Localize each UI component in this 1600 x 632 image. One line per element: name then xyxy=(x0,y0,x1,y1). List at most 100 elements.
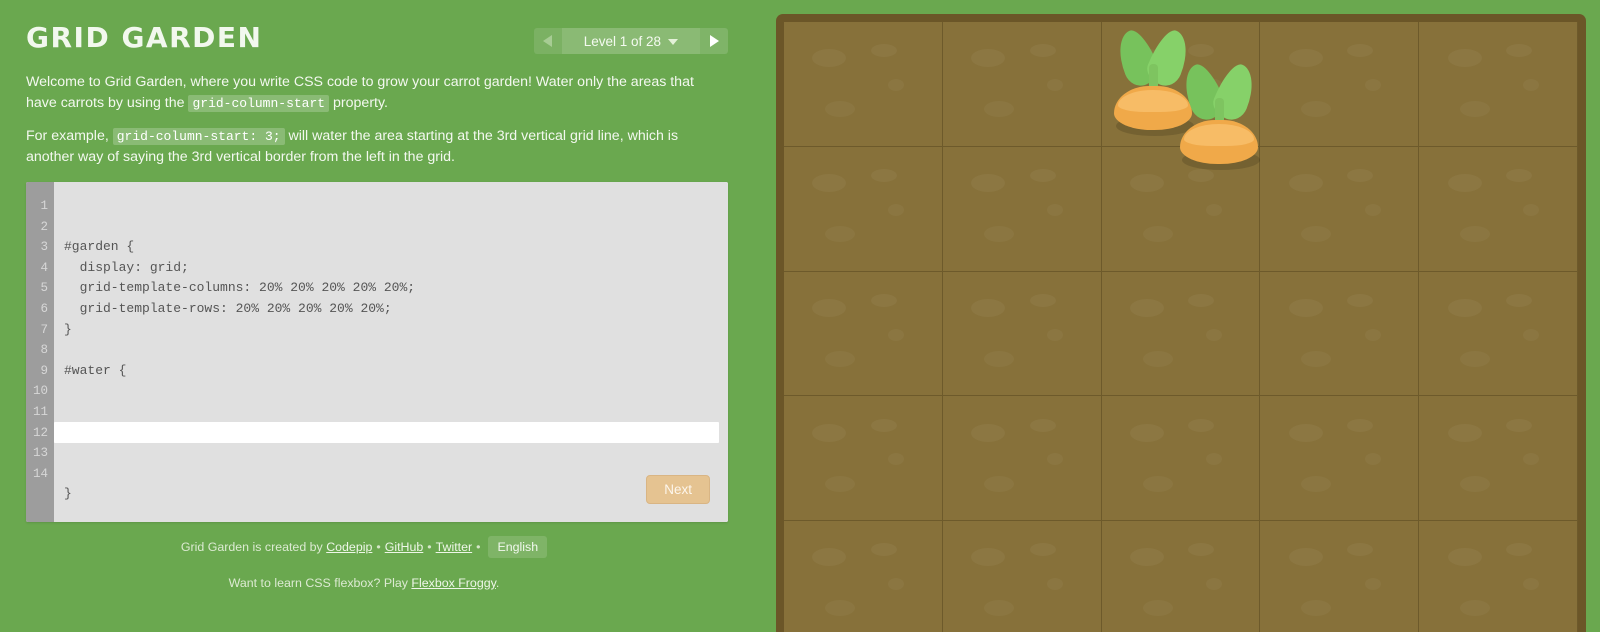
garden-plot xyxy=(784,146,943,272)
soil-blob xyxy=(1046,453,1063,466)
soil-blob xyxy=(1142,101,1173,118)
footer: Grid Garden is created by Codepip • GitHub… xyxy=(0,536,728,592)
separator-3: • xyxy=(476,540,481,554)
line-number: 3 xyxy=(40,240,48,255)
line-number: 1 xyxy=(40,199,48,213)
garden-plot xyxy=(784,22,943,147)
soil-blob xyxy=(888,578,905,591)
garden-panel xyxy=(768,0,1600,632)
garden-plot xyxy=(942,521,1102,632)
p2-code: grid-column-start: 3; xyxy=(112,128,285,145)
garden-plot xyxy=(784,521,943,632)
level-selector[interactable]: Level 1 of 28 xyxy=(533,28,728,54)
garden-plot xyxy=(1101,396,1261,522)
soil-blob xyxy=(983,475,1014,492)
soil-blob xyxy=(825,226,856,243)
garden-plot xyxy=(942,146,1102,272)
carrot-leaf-right xyxy=(1142,25,1195,91)
carrot-stem xyxy=(1148,64,1158,94)
soil-blob xyxy=(983,600,1014,617)
soil-blob xyxy=(1046,203,1063,216)
separator-2: • xyxy=(427,540,432,554)
carrot-1 xyxy=(1110,25,1196,142)
level-dropdown[interactable]: Level 1 of 28 xyxy=(561,28,700,54)
flexbox-froggy-link[interactable]: Flexbox Froggy xyxy=(411,576,495,590)
garden-grid xyxy=(784,22,1578,632)
flexbox-period: . xyxy=(495,576,500,590)
header: GRID GARDEN Level 1 of 28 xyxy=(0,0,768,72)
chevron-right-icon xyxy=(709,35,719,47)
soil-blob xyxy=(1205,578,1222,591)
line-number: 10 xyxy=(32,384,48,399)
carrot-stem xyxy=(1214,98,1224,128)
soil-blob xyxy=(1364,203,1381,216)
garden-plot xyxy=(1260,521,1420,632)
soil-blob xyxy=(1523,453,1540,466)
garden-plot xyxy=(1260,271,1420,397)
line-number-gutter: 1 2 3 4 5 6 7 8 9 10 11 12 13 14 xyxy=(26,182,54,522)
next-button[interactable]: Next xyxy=(646,475,710,504)
soil-blob xyxy=(1205,203,1222,216)
chevron-left-icon xyxy=(543,35,553,47)
garden-plot xyxy=(942,22,1102,147)
language-button[interactable]: English xyxy=(488,536,548,558)
garden-plot xyxy=(1419,22,1578,147)
flexbox-prompt-text: Want to learn CSS flexbox? Play xyxy=(228,576,408,590)
soil-blob xyxy=(1142,475,1173,492)
soil-blob xyxy=(1142,226,1173,243)
code-line: grid-template-columns: 20% 20% 20% 20% 2… xyxy=(64,280,416,296)
next-level-button[interactable] xyxy=(700,28,728,54)
garden-plot xyxy=(784,396,943,522)
soil-blob xyxy=(1523,78,1540,91)
code-editor[interactable]: 1 2 3 4 5 6 7 8 9 10 11 12 13 14 #garden { display: g… xyxy=(26,182,728,522)
code-after-block: } xyxy=(64,484,728,505)
garden-plot xyxy=(1419,146,1578,272)
soil-blob xyxy=(983,350,1014,367)
soil-blob xyxy=(888,78,905,91)
soil-blob xyxy=(983,226,1014,243)
line-number: 12 xyxy=(32,425,48,440)
codepip-link[interactable]: Codepip xyxy=(326,540,372,554)
instruction-paragraph-1: Welcome to Grid Garden, where you write … xyxy=(26,72,728,114)
soil-blob xyxy=(825,600,856,617)
soil-blob xyxy=(1460,226,1491,243)
soil-blob xyxy=(825,350,856,367)
soil-blob xyxy=(1301,226,1332,243)
garden-plot xyxy=(1101,521,1261,632)
line-number: 13 xyxy=(32,446,48,461)
p1-code: grid-column-start xyxy=(188,95,330,112)
soil-blob xyxy=(1301,101,1332,118)
garden-plot xyxy=(1101,271,1261,397)
garden-plot xyxy=(1419,271,1578,397)
soil-blob xyxy=(983,101,1014,118)
line-number: 11 xyxy=(32,404,48,419)
code-content[interactable]: #garden { display: grid; grid-template-c… xyxy=(54,182,728,522)
garden-plot xyxy=(1419,396,1578,522)
soil-blob xyxy=(1205,328,1222,341)
level-label: Level 1 of 28 xyxy=(583,33,661,49)
previous-level-button[interactable] xyxy=(534,28,562,54)
github-link[interactable]: GitHub xyxy=(385,540,424,554)
css-input[interactable] xyxy=(54,421,719,443)
line-number: 5 xyxy=(40,281,48,296)
css-input-line[interactable] xyxy=(54,421,728,444)
twitter-link[interactable]: Twitter xyxy=(436,540,473,554)
soil-blob xyxy=(1142,600,1173,617)
garden-frame xyxy=(776,14,1586,632)
separator-1: • xyxy=(376,540,381,554)
soil-blob xyxy=(1523,578,1540,591)
credits-text: Grid Garden is created by xyxy=(180,540,323,554)
line-number: 9 xyxy=(40,363,48,378)
line-number: 14 xyxy=(32,466,48,481)
soil-blob xyxy=(888,203,905,216)
soil-blob xyxy=(1301,600,1332,617)
code-before-block: #garden { display: grid; grid-template-c… xyxy=(64,237,728,381)
instruction-paragraph-2: For example, grid-column-start: 3; will … xyxy=(26,126,728,168)
soil-blob xyxy=(1460,101,1491,118)
soil-blob xyxy=(1364,453,1381,466)
line-number: 4 xyxy=(40,260,48,275)
soil-blob xyxy=(1301,475,1332,492)
garden-plot xyxy=(1101,22,1261,170)
soil-blob xyxy=(1046,578,1063,591)
